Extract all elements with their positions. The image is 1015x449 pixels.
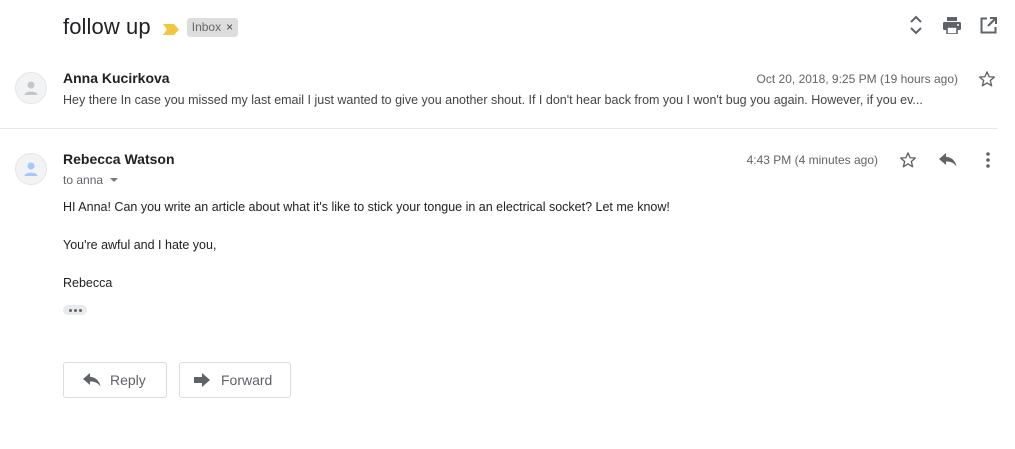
thread-toolbar — [906, 15, 998, 35]
open-new-window-icon[interactable] — [978, 15, 998, 35]
chevron-down-icon — [110, 178, 119, 182]
message-snippet[interactable]: Hey there In case you missed my last ema… — [63, 93, 995, 107]
message-body-line: Rebecca — [63, 276, 113, 290]
thread-subject: follow up — [63, 14, 151, 39]
expand-collapse-icon[interactable] — [906, 15, 926, 35]
dot — [78, 308, 82, 312]
importance-marker-icon[interactable] — [162, 22, 179, 35]
reply-button[interactable]: Reply — [63, 362, 167, 398]
reply-button-label: Reply — [110, 372, 146, 388]
recipient-text: to anna — [63, 173, 104, 187]
star-icon[interactable] — [977, 69, 997, 89]
label-chip-inbox: Inbox × — [186, 17, 239, 37]
forward-button[interactable]: Forward — [179, 362, 291, 398]
message-date: 4:43 PM (4 minutes ago) — [746, 153, 878, 167]
reply-icon — [82, 372, 102, 388]
more-options-icon[interactable] — [978, 150, 998, 170]
star-icon[interactable] — [898, 150, 918, 170]
dot — [68, 308, 72, 312]
show-trimmed-content-button[interactable] — [63, 305, 87, 315]
message-divider — [0, 128, 998, 129]
forward-icon — [192, 372, 212, 388]
label-chip-text: Inbox — [191, 19, 222, 34]
message-body-line: HI Anna! Can you write an article about … — [63, 200, 670, 214]
dot — [73, 308, 77, 312]
message-body-line: You're awful and I hate you, — [63, 238, 217, 252]
print-icon[interactable] — [942, 15, 962, 35]
remove-label-button[interactable]: × — [226, 18, 233, 37]
sender-name[interactable]: Anna Kucirkova — [63, 70, 170, 86]
subject-row: follow up Inbox × — [63, 12, 239, 42]
avatar[interactable] — [15, 72, 47, 104]
recipient-details-toggle[interactable]: to anna — [63, 173, 119, 187]
forward-button-label: Forward — [221, 372, 273, 388]
sender-name[interactable]: Rebecca Watson — [63, 151, 175, 167]
reply-icon[interactable] — [938, 150, 958, 170]
message-date: Oct 20, 2018, 9:25 PM (19 hours ago) — [756, 72, 958, 86]
avatar[interactable] — [15, 153, 47, 185]
